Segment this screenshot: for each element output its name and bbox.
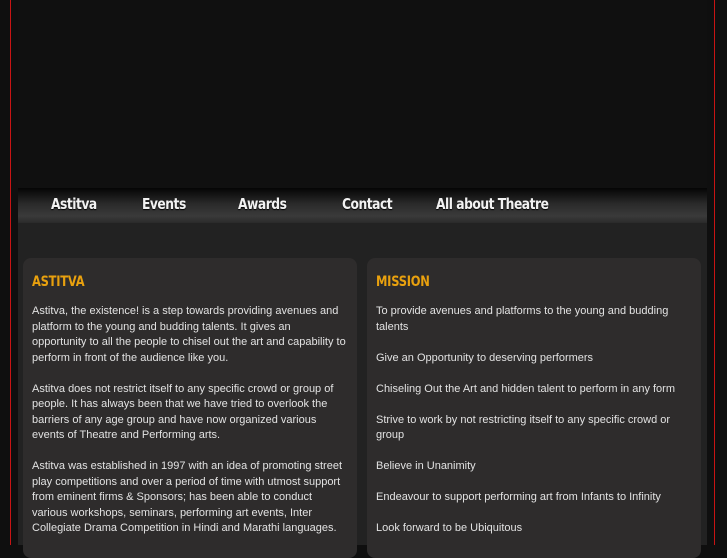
mission-heading: MISSION (376, 274, 430, 290)
nav-events[interactable]: Events (142, 195, 186, 213)
astitva-heading: ASTITVA (32, 274, 85, 290)
mission-item: Chiseling Out the Art and hidden talent … (376, 382, 675, 395)
right-border (714, 0, 715, 545)
mission-item: Believe in Unanimity (376, 460, 476, 472)
astitva-paragraph: Astitva does not restrict itself to any … (32, 382, 334, 442)
nav-astitva[interactable]: Astitva (51, 195, 97, 213)
nav-all-about-theatre[interactable]: All about Theatre (436, 195, 549, 213)
nav-contact[interactable]: Contact (342, 195, 393, 213)
mission-panel: MISSION To provide avenues and platforms… (367, 258, 701, 558)
main-nav: Astitva Events Awards Contact All about … (18, 188, 707, 223)
content-area: ASTITVA Astitva, the existence! is a ste… (18, 223, 707, 558)
mission-item: Strive to work by not restricting itself… (376, 413, 671, 442)
header-banner (18, 0, 707, 188)
mission-item: Give an Opportunity to deserving perform… (376, 351, 594, 364)
mission-item: Endeavour to support performing art from… (376, 491, 661, 503)
astitva-paragraph: Astitva, the existence! is a step toward… (32, 305, 346, 364)
mission-item: To provide avenues and platforms to the … (376, 305, 669, 333)
nav-awards[interactable]: Awards (238, 195, 287, 213)
astitva-paragraph: Astitva was established in 1997 with an … (32, 460, 343, 534)
mission-item: Look forward to be Ubiquitous (376, 522, 523, 534)
left-border (10, 0, 11, 545)
astitva-panel: ASTITVA Astitva, the existence! is a ste… (23, 258, 357, 558)
